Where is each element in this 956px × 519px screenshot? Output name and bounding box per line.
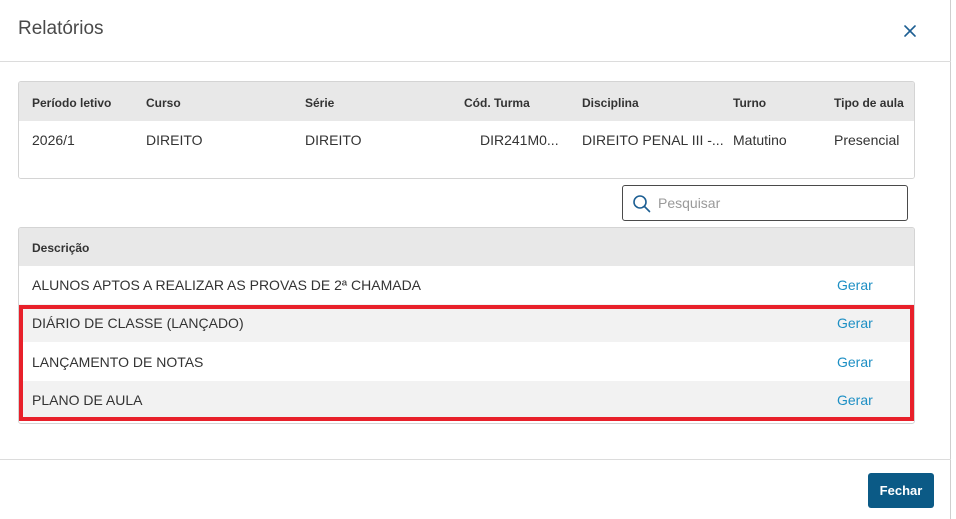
generate-link[interactable]: Gerar	[837, 315, 873, 331]
class-info-header-row: Período letivo Curso Série Cód. Turma Di…	[19, 82, 914, 121]
header-disciplina: Disciplina	[582, 96, 639, 110]
value-periodo: 2026/1	[32, 132, 75, 148]
search-icon	[632, 194, 652, 214]
close-icon[interactable]	[899, 20, 921, 42]
dialog-title: Relatórios	[18, 18, 104, 39]
close-button[interactable]: Fechar	[868, 473, 934, 508]
header-cod-turma: Cód. Turma	[464, 96, 530, 110]
generate-link[interactable]: Gerar	[837, 392, 873, 408]
value-disciplina: DIREITO PENAL III -...	[582, 132, 724, 148]
table-row: DIÁRIO DE CLASSE (LANÇADO) Gerar	[19, 304, 914, 342]
report-description: PLANO DE AULA	[32, 392, 143, 408]
value-cod-turma: DIR241M0...	[480, 132, 559, 148]
value-curso: DIREITO	[146, 132, 203, 148]
report-description: DIÁRIO DE CLASSE (LANÇADO)	[32, 315, 244, 331]
header-periodo: Período letivo	[32, 96, 112, 110]
report-description: ALUNOS APTOS A REALIZAR AS PROVAS DE 2ª …	[32, 277, 422, 293]
header-turno: Turno	[733, 96, 767, 110]
reports-dialog: Relatórios Período letivo Curso Série Có…	[0, 0, 951, 519]
header-descricao: Descrição	[32, 241, 90, 255]
generate-link[interactable]: Gerar	[837, 277, 873, 293]
value-serie: DIREITO	[305, 132, 362, 148]
header-serie: Série	[305, 96, 335, 110]
generate-link[interactable]: Gerar	[837, 354, 873, 370]
header-tipo-aula: Tipo de aula	[834, 96, 904, 110]
header-curso: Curso	[146, 96, 181, 110]
report-description: LANÇAMENTO DE NOTAS	[32, 354, 204, 370]
class-info-table: Período letivo Curso Série Cód. Turma Di…	[18, 81, 915, 179]
footer-divider	[0, 459, 951, 460]
search-box	[622, 185, 908, 221]
table-row: ALUNOS APTOS A REALIZAR AS PROVAS DE 2ª …	[19, 266, 914, 304]
reports-table: Descrição ALUNOS APTOS A REALIZAR AS PRO…	[18, 227, 915, 424]
search-input[interactable]	[658, 192, 898, 214]
table-row: PLANO DE AULA Gerar	[19, 381, 914, 419]
dialog-header: Relatórios	[0, 0, 951, 62]
value-tipo-aula: Presencial	[834, 132, 900, 148]
class-info-row: 2026/1 DIREITO DIREITO DIR241M0... DIREI…	[19, 121, 914, 178]
table-row: LANÇAMENTO DE NOTAS Gerar	[19, 343, 914, 381]
value-turno: Matutino	[733, 132, 787, 148]
reports-header-row: Descrição	[19, 228, 914, 266]
